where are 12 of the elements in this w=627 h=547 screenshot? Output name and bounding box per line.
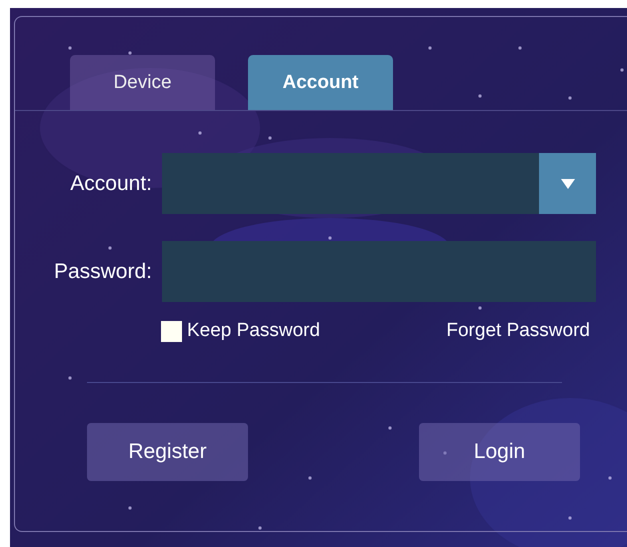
caret-icon: [560, 178, 574, 188]
action-button[interactable]: Register: [87, 423, 248, 481]
tab[interactable]: Device: [70, 55, 215, 110]
field-label: Password:: [52, 260, 153, 284]
tab[interactable]: Account: [248, 55, 393, 110]
dropdown-button[interactable]: [539, 153, 596, 214]
forget-password-link[interactable]: Forget Password: [446, 320, 590, 342]
field-label: Account:: [69, 172, 153, 196]
password-field[interactable]: [162, 241, 596, 302]
action-button[interactable]: Login: [419, 423, 580, 481]
account-dropdown[interactable]: [162, 153, 596, 214]
keep-password-checkbox[interactable]: Keep Password: [161, 320, 320, 342]
